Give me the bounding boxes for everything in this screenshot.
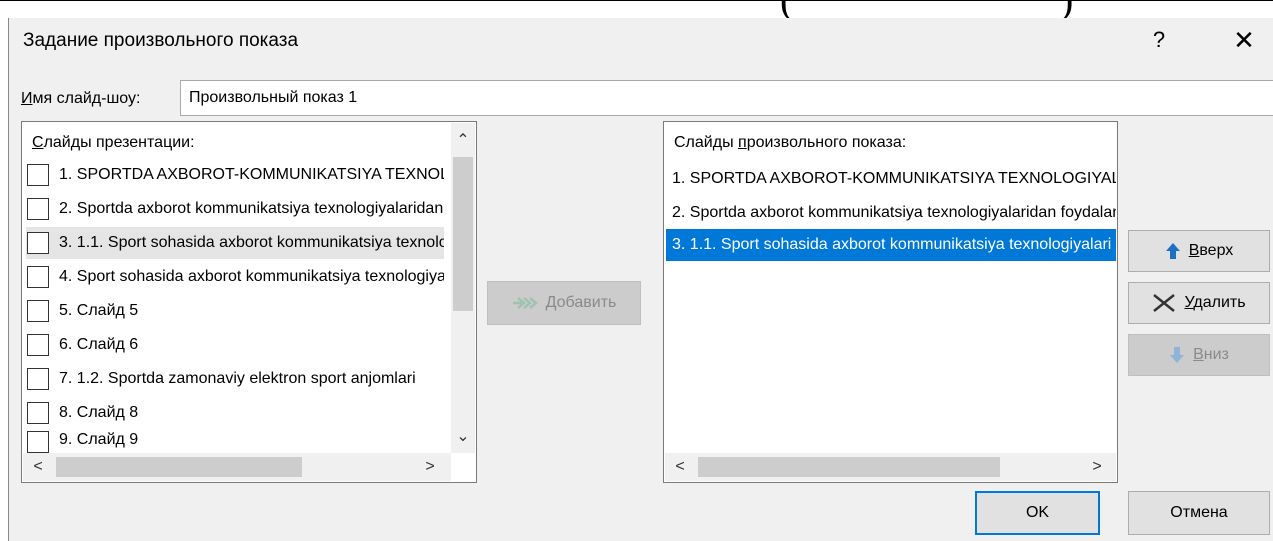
add-button[interactable]: Добавить xyxy=(487,281,641,325)
custom-show-slides-list[interactable]: Слайды произвольного показа: 1. SPORTDA … xyxy=(663,121,1118,483)
dialog-title: Задание произвольного показа xyxy=(23,30,299,51)
help-icon: ? xyxy=(1152,27,1166,52)
custom-slide-item[interactable]: 1. SPORTDA AXBOROT-KOMMUNIKATSIYA TEXNOL… xyxy=(666,163,1116,195)
arrow-down-icon xyxy=(1169,346,1185,364)
horizontal-scrollbar[interactable]: < > xyxy=(665,453,1116,481)
slide-checkbox[interactable] xyxy=(27,198,49,220)
presentation-slides-list[interactable]: Слайды презентации: 1. SPORTDA AXBOROT-K… xyxy=(21,121,477,483)
scroll-right-icon[interactable]: > xyxy=(415,453,445,481)
move-down-button[interactable]: Вниз xyxy=(1128,334,1270,376)
delete-button[interactable]: Удалить xyxy=(1128,282,1270,324)
show-name-label: Имя слайд-шоу: xyxy=(21,90,141,107)
paren-open: ( xyxy=(780,0,793,18)
horizontal-scrollbar[interactable]: < > xyxy=(23,453,451,481)
custom-show-slides-header: Слайды произвольного показа: xyxy=(674,134,907,151)
slide-checkbox[interactable] xyxy=(27,402,49,424)
custom-slide-item-selected[interactable]: 3. 1.1. Sport sohasida axborot kommunika… xyxy=(666,229,1116,261)
cancel-button[interactable]: Отмена xyxy=(1128,491,1270,535)
slide-list-item[interactable]: 9. Слайд 9 xyxy=(26,431,444,453)
slide-list-item[interactable]: 8. Слайд 8 xyxy=(26,397,444,429)
slide-list-item[interactable]: 6. Слайд 6 xyxy=(26,329,444,361)
show-name-input[interactable]: Произвольный показ 1 xyxy=(180,80,1273,116)
top-border-line xyxy=(0,0,1273,1)
arrow-up-icon xyxy=(1165,242,1181,260)
slide-checkbox[interactable] xyxy=(27,334,49,356)
close-icon: ✕ xyxy=(1233,24,1255,55)
slide-list-item[interactable]: 5. Слайд 5 xyxy=(26,295,444,327)
background-document-strip: ( ) xyxy=(0,0,1273,18)
slide-checkbox[interactable] xyxy=(27,266,49,288)
scroll-down-icon[interactable]: ⌄ xyxy=(451,419,475,453)
slide-checkbox[interactable] xyxy=(27,164,49,186)
scroll-left-icon[interactable]: < xyxy=(23,453,53,481)
scroll-up-icon[interactable]: ⌃ xyxy=(451,123,475,157)
scroll-thumb[interactable] xyxy=(453,157,473,311)
slide-list-item[interactable]: 7. 1.2. Sportda zamonaviy elektron sport… xyxy=(26,363,444,395)
custom-slide-item[interactable]: 2. Sportda axborot kommunikatsiya texnol… xyxy=(666,197,1116,229)
presentation-slides-header: Слайды презентации: xyxy=(32,134,195,151)
ok-button[interactable]: OK xyxy=(975,491,1100,535)
slide-list-item[interactable]: 1. SPORTDA AXBOROT-KOMMUNIKATSIYA TEXNOL… xyxy=(26,159,444,191)
scroll-right-icon[interactable]: > xyxy=(1082,453,1112,481)
scroll-left-icon[interactable]: < xyxy=(665,453,695,481)
help-button[interactable]: ? xyxy=(1139,22,1179,58)
slide-list-item[interactable]: 2. Sportda axborot kommunikatsiya texnol… xyxy=(26,193,444,225)
double-arrow-right-icon xyxy=(512,296,538,310)
slide-checkbox[interactable] xyxy=(27,431,49,453)
close-button[interactable]: ✕ xyxy=(1224,22,1264,58)
scroll-thumb[interactable] xyxy=(698,457,1000,477)
scroll-thumb[interactable] xyxy=(56,457,302,477)
slide-list-item[interactable]: 4. Sport sohasida axborot kommunikatsiya… xyxy=(26,261,444,293)
paren-close: ) xyxy=(1060,0,1073,18)
custom-show-dialog: Задание произвольного показа ? ✕ Имя сла… xyxy=(8,18,1273,541)
slide-list-item[interactable]: 3. 1.1. Sport sohasida axborot kommunika… xyxy=(26,227,444,259)
move-up-button[interactable]: Вверх xyxy=(1128,230,1270,272)
slide-checkbox[interactable] xyxy=(27,232,49,254)
x-icon xyxy=(1152,293,1176,313)
slide-checkbox[interactable] xyxy=(27,300,49,322)
vertical-scrollbar[interactable]: ⌃ ⌄ xyxy=(451,123,475,453)
slide-checkbox[interactable] xyxy=(27,368,49,390)
